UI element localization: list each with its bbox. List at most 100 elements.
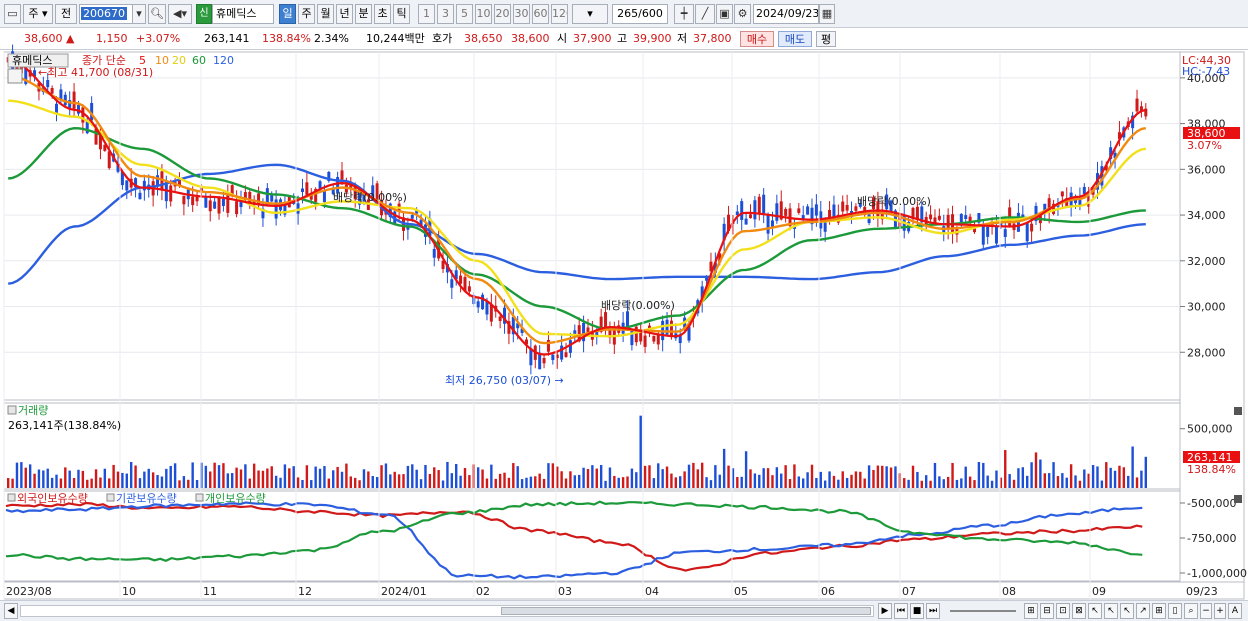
foreign-legend: 외국인보유수량 xyxy=(17,492,88,505)
tool-icon-6[interactable]: ↖ xyxy=(1104,603,1118,619)
volume-bar xyxy=(1039,459,1042,488)
candle-body xyxy=(274,199,278,219)
rewind-icon[interactable]: ⏮ xyxy=(894,603,908,619)
volume-bar xyxy=(353,477,357,488)
candle-body xyxy=(50,88,54,94)
volume-bar xyxy=(903,478,906,488)
volume-bar xyxy=(178,480,181,488)
tool-icon-11[interactable]: ⌕ xyxy=(1184,603,1198,619)
candle-body xyxy=(757,196,761,214)
scroll-thumb[interactable] xyxy=(501,607,871,615)
volume-bar xyxy=(411,464,414,488)
candle-body xyxy=(740,201,744,220)
candle-body xyxy=(235,201,239,215)
stock-chart[interactable]: 2023/08 10 11 12 2024/01 02 03 04 05 06 07 08 09 09/2… xyxy=(0,0,1248,621)
tool-icon-8[interactable]: ↗ xyxy=(1136,603,1150,619)
candle-body xyxy=(744,218,748,225)
table-icon[interactable] xyxy=(7,68,23,84)
volume-bar xyxy=(81,470,85,488)
volume-close-icon[interactable] xyxy=(1234,407,1242,415)
tool-icon-3[interactable]: ⊡ xyxy=(1056,603,1070,619)
candle-body xyxy=(221,198,225,206)
holding-close-icon[interactable] xyxy=(1234,495,1242,503)
candle-body xyxy=(981,225,985,245)
volume-bar xyxy=(894,466,897,488)
tool-icon-5[interactable]: ↖ xyxy=(1088,603,1102,619)
volume-bar xyxy=(182,476,186,488)
scroll-right-icon[interactable]: ▶ xyxy=(878,603,892,619)
tool-icon-7[interactable]: ↖ xyxy=(1120,603,1134,619)
volume-bar xyxy=(885,466,888,488)
scroll-track[interactable] xyxy=(20,605,874,617)
volume-bar xyxy=(990,480,994,488)
volume-bar xyxy=(995,470,998,488)
volume-bar xyxy=(301,479,304,488)
volume-bar xyxy=(28,464,32,488)
scroll-bar[interactable]: ◀ ▶ ⏮ ■ ⏭ ⊞ ⊟ ⊡ ⊠ ↖ ↖ ↖ ↗ ⊞ ▯ ⌕ − + A xyxy=(0,600,1248,621)
candle-body xyxy=(986,226,990,237)
volume-bar xyxy=(582,467,585,488)
zoom-slider[interactable] xyxy=(950,610,1016,612)
candle-body xyxy=(542,357,546,364)
candle-body xyxy=(630,329,634,346)
volume-bar xyxy=(520,479,524,488)
volume-bar xyxy=(490,464,493,488)
candle-body xyxy=(142,180,146,191)
last-pct: 3.07% xyxy=(1187,139,1222,152)
x-tick-label: 10 xyxy=(122,585,136,598)
volume-bar xyxy=(815,478,818,488)
volume-bar xyxy=(419,479,423,488)
volume-bar xyxy=(630,468,634,488)
volume-bar xyxy=(780,473,783,488)
volume-bar xyxy=(222,463,225,488)
price-tick-label: 28,000 xyxy=(1187,346,1226,359)
x-tick-label: 2024/01 xyxy=(381,585,427,598)
volume-bar xyxy=(257,470,260,488)
tool-icon-4[interactable]: ⊠ xyxy=(1072,603,1086,619)
tool-icon-9[interactable]: ⊞ xyxy=(1152,603,1166,619)
candle-body xyxy=(604,312,608,329)
fast-forward-icon[interactable]: ⏭ xyxy=(926,603,940,619)
individual-legend: 개인보유수량 xyxy=(205,492,266,505)
tool-icon-2[interactable]: ⊟ xyxy=(1040,603,1054,619)
volume-bar xyxy=(1061,473,1064,488)
volume-bar xyxy=(468,475,471,488)
volume-bar xyxy=(266,468,269,488)
volume-bar xyxy=(235,467,238,488)
volume-bar xyxy=(50,477,54,488)
volume-bar xyxy=(424,464,427,488)
tool-icon-1[interactable]: ⊞ xyxy=(1024,603,1038,619)
volume-bar xyxy=(859,471,862,488)
volume-bar xyxy=(876,465,880,488)
volume-bar xyxy=(674,477,678,488)
ma-20-label: 20 xyxy=(172,54,186,67)
volume-bar xyxy=(1026,475,1029,488)
volume-bar xyxy=(274,475,278,488)
holding-tick-label: -500,000 xyxy=(1187,497,1236,510)
volume-bar xyxy=(1100,480,1104,488)
volume-bar xyxy=(1017,468,1020,488)
price-tick-label: 30,000 xyxy=(1187,301,1226,314)
volume-bar xyxy=(125,473,128,488)
volume-bar xyxy=(244,464,247,488)
stop-icon[interactable]: ■ xyxy=(910,603,924,619)
tool-icon-10[interactable]: ▯ xyxy=(1168,603,1182,619)
volume-bar xyxy=(951,462,954,488)
candle-body xyxy=(72,91,76,109)
zoom-in-icon[interactable]: + xyxy=(1214,603,1226,619)
volume-tick-label: 500,000 xyxy=(1187,423,1233,436)
volume-bar xyxy=(942,479,945,488)
scroll-left-icon[interactable]: ◀ xyxy=(4,603,18,619)
volume-bar xyxy=(1056,476,1060,488)
volume-bar xyxy=(1127,475,1130,488)
candle-body xyxy=(652,335,656,342)
volume-bar xyxy=(55,474,58,488)
font-size-icon[interactable]: A xyxy=(1228,603,1242,619)
candle-body xyxy=(643,335,647,347)
volume-bar xyxy=(143,471,146,488)
ma-60-label: 60 xyxy=(192,54,206,67)
volume-bar xyxy=(982,462,985,488)
volume-bar xyxy=(837,479,840,488)
zoom-out-icon[interactable]: − xyxy=(1200,603,1212,619)
candle-body xyxy=(208,200,212,212)
